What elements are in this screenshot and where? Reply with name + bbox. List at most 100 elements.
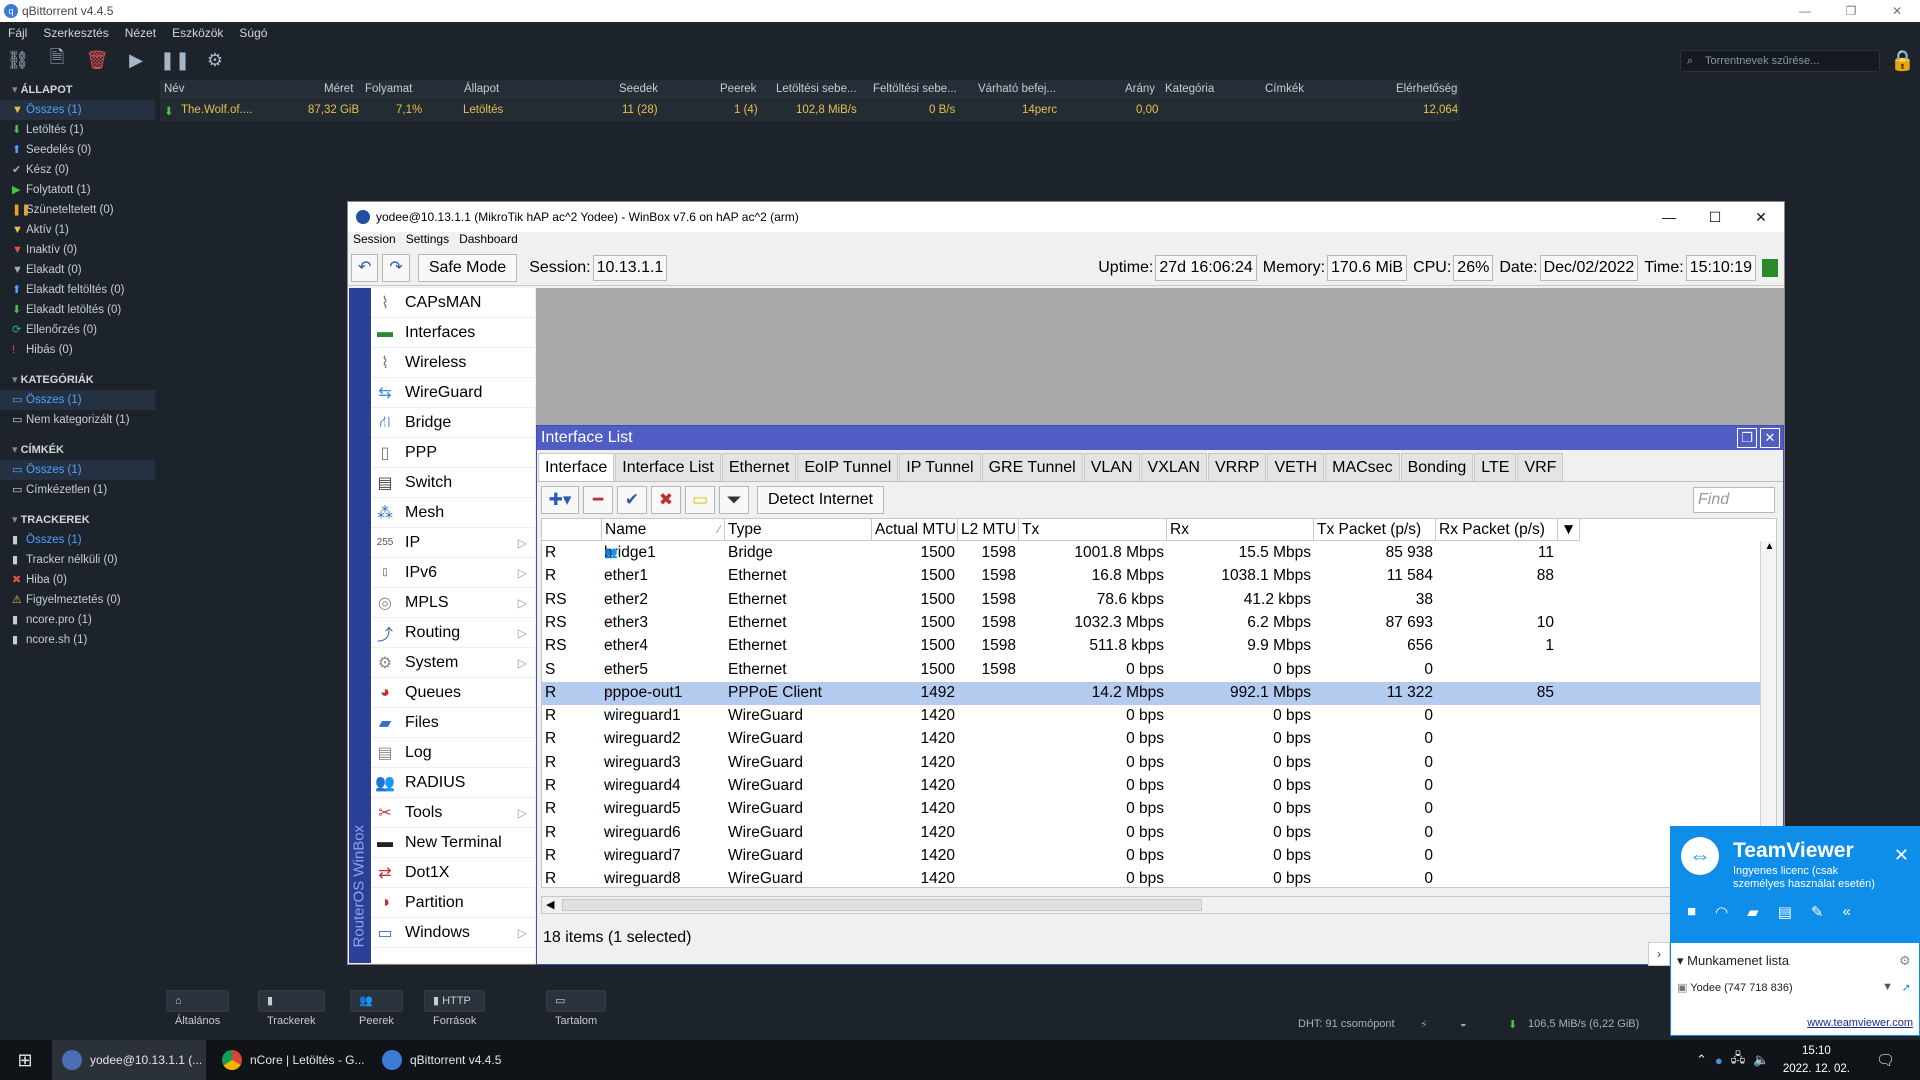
nav-dot1x[interactable]: ⇄ Dot1X xyxy=(371,858,535,888)
nav-radius[interactable]: 👥 RADIUS xyxy=(371,768,535,798)
status-inactive[interactable]: ▼ Inaktív (0) xyxy=(0,240,155,260)
tab-trackers[interactable]: ▮ Trackerek xyxy=(258,990,325,1027)
col-flags[interactable] xyxy=(542,519,602,541)
tracker-error[interactable]: ✖ Hiba (0) xyxy=(0,570,155,590)
interface-row[interactable]: RS ⇔ ether2 Ethernet 1500 1598 78.6 kbps 41.2 k… xyxy=(542,589,1760,612)
close-button[interactable]: ✕ xyxy=(1738,202,1784,232)
status-stalled[interactable]: ▼ Elakadt (0) xyxy=(0,260,155,280)
status-all[interactable]: ▼ Összes (1) xyxy=(0,100,155,120)
tab-eoip-tunnel[interactable]: EoIP Tunnel xyxy=(797,453,899,481)
tags-header[interactable]: CÍMKÉK xyxy=(0,440,155,460)
interface-row[interactable]: R ⇔ wireguard3 WireGuard 1420 0 bps 0 bps 0 xyxy=(542,752,1760,775)
undo-icon[interactable]: ↶ xyxy=(351,253,379,282)
detect-internet-button[interactable]: Detect Internet xyxy=(757,486,884,514)
collapse-icon[interactable]: « xyxy=(1842,903,1850,921)
col-dl-speed[interactable]: Letöltési sebe... xyxy=(776,83,857,95)
tab-ethernet[interactable]: Ethernet xyxy=(721,453,797,481)
nav-files[interactable]: ▰ Files xyxy=(371,708,535,738)
system-tray[interactable]: ⌃ ● 🖧 🔈 xyxy=(1696,1040,1769,1080)
col-size[interactable]: Méret xyxy=(324,83,353,95)
tab-veth[interactable]: VETH xyxy=(1267,453,1325,481)
interface-row[interactable]: RS ⇔ ether3 Ethernet 1500 1598 1032.3 Mbps 6.2 … xyxy=(542,612,1760,635)
headset-icon[interactable]: ◠ xyxy=(1715,903,1728,921)
add-torrent-icon[interactable]: 🗎 xyxy=(45,47,69,72)
delete-icon[interactable]: 🗑 xyxy=(85,48,109,72)
maximize-button[interactable]: ☐ xyxy=(1692,202,1738,232)
minimize-button[interactable]: — xyxy=(1646,202,1692,232)
col-rx-packet[interactable]: Rx Packet (p/s) xyxy=(1436,519,1558,541)
tracker-ncore-sh[interactable]: ▮ ncore.sh (1) xyxy=(0,630,155,650)
close-icon[interactable]: ✕ xyxy=(1894,845,1909,866)
winbox-titlebar[interactable]: yodee@10.13.1.1 (MikroTik hAP ac^2 Yodee… xyxy=(348,202,1784,232)
close-button[interactable]: ✕ xyxy=(1874,0,1920,22)
taskbar-clock[interactable]: 15:10 2022. 12. 02. xyxy=(1783,1042,1850,1078)
files-icon[interactable]: ▤ xyxy=(1778,903,1792,921)
connection-icon[interactable]: ⚡ xyxy=(1420,1018,1428,1031)
status-active[interactable]: ▼ Aktív (1) xyxy=(0,220,155,240)
interface-row[interactable]: R ⇔ wireguard8 WireGuard 1420 0 bps 0 bps 0 xyxy=(542,868,1760,887)
col-tags[interactable]: Címkék xyxy=(1265,83,1304,95)
windows-start-icon[interactable]: ⊞ xyxy=(10,1040,40,1080)
speed-limit-icon[interactable]: ◒ xyxy=(1460,1018,1467,1030)
category-all[interactable]: ▭ Összes (1) xyxy=(0,390,155,410)
col-availability[interactable]: Elérhetőség xyxy=(1396,83,1457,95)
col-category[interactable]: Kategória xyxy=(1165,83,1214,95)
disable-x-icon[interactable]: ✖ xyxy=(651,486,681,514)
interface-row[interactable]: R ⇔ wireguard5 WireGuard 1420 0 bps 0 bps 0 xyxy=(542,798,1760,821)
categories-header[interactable]: KATEGÓRIÁK xyxy=(0,370,155,390)
menu-dashboard[interactable]: Dashboard xyxy=(454,232,523,250)
col-eta[interactable]: Várható befej... xyxy=(978,83,1056,95)
nav-partition[interactable]: ◑ Partition xyxy=(371,888,535,918)
col-peers[interactable]: Peerek xyxy=(720,83,756,95)
tab-vrrp[interactable]: VRRP xyxy=(1207,453,1267,481)
tab-bonding[interactable]: Bonding xyxy=(1400,453,1474,481)
interface-list-titlebar[interactable]: Interface List ❐ ✕ xyxy=(537,426,1783,450)
interface-row[interactable]: R ⇔ wireguard7 WireGuard 1420 0 bps 0 bps 0 xyxy=(542,845,1760,868)
nav-routing[interactable]: ⤴ Routing ▷ xyxy=(371,618,535,648)
tools-icon[interactable]: ✎ xyxy=(1811,903,1824,921)
status-seeding[interactable]: ⬆ Seedelés (0) xyxy=(0,140,155,160)
tracker-trackerless[interactable]: ▮ Tracker nélküli (0) xyxy=(0,550,155,570)
status-stalled-upload[interactable]: ⬆ Elakadt feltöltés (0) xyxy=(0,280,155,300)
tab-interface[interactable]: Interface xyxy=(538,453,615,481)
nav-log[interactable]: ▤ Log xyxy=(371,738,535,768)
col-tx-packet[interactable]: Tx Packet (p/s) xyxy=(1314,519,1436,541)
safe-mode-button[interactable]: Safe Mode xyxy=(417,253,518,282)
interface-row[interactable]: R ⇔ wireguard1 WireGuard 1420 0 bps 0 bps 0 xyxy=(542,705,1760,728)
settings-gear-icon[interactable]: ⚙ xyxy=(203,48,227,72)
status-stalled-download[interactable]: ⬇ Elakadt letöltés (0) xyxy=(0,300,155,320)
nav-bridge[interactable]: ⛙ Bridge xyxy=(371,408,535,438)
tab-lte[interactable]: LTE xyxy=(1474,453,1517,481)
interface-row[interactable]: R ⇔ wireguard6 WireGuard 1420 0 bps 0 bps 0 xyxy=(542,822,1760,845)
menu-edit[interactable]: Szerkesztés xyxy=(35,22,116,44)
status-downloading[interactable]: ⬇ Letöltés (1) xyxy=(0,120,155,140)
add-link-icon[interactable]: ⛓ xyxy=(6,48,30,72)
restore-button[interactable]: ❐ xyxy=(1737,428,1757,448)
menu-view[interactable]: Nézet xyxy=(117,22,164,44)
menu-settings[interactable]: Settings xyxy=(401,232,454,250)
col-progress[interactable]: Folyamat xyxy=(365,83,412,95)
tab-ip-tunnel[interactable]: IP Tunnel xyxy=(899,453,981,481)
col-ul-speed[interactable]: Feltöltési sebe... xyxy=(873,83,957,95)
tab-macsec[interactable]: MACsec xyxy=(1325,453,1400,481)
col-actual-mtu[interactable]: Actual MTU xyxy=(872,519,958,541)
interface-row[interactable]: R 👥 bridge1 Bridge 1500 1598 1001.8 Mbps 15.5 M… xyxy=(542,542,1760,565)
nav-ipv6[interactable]: ▯ IPv6 ▷ xyxy=(371,558,535,588)
nav-interfaces[interactable]: ▬ Interfaces xyxy=(371,318,535,348)
tab-vrf[interactable]: VRF xyxy=(1517,453,1564,481)
tab-vlan[interactable]: VLAN xyxy=(1083,453,1140,481)
status-checking[interactable]: ⟳ Ellenőrzés (0) xyxy=(0,320,155,340)
remove-icon[interactable]: ━ xyxy=(583,486,613,514)
tag-all[interactable]: ▭ Összes (1) xyxy=(0,460,155,480)
menu-file[interactable]: Fájl xyxy=(0,22,35,44)
status-header[interactable]: ÁLLAPOT xyxy=(0,80,155,100)
interface-row[interactable]: S ⇔ ether5 Ethernet 1500 1598 0 bps 0 bps 0 xyxy=(542,659,1760,682)
redo-icon[interactable]: ↷ xyxy=(382,253,410,282)
col-name[interactable]: Name ⁄ xyxy=(602,519,725,541)
session-user[interactable]: ▣ Yodee (747 718 836) ▼ ➚ xyxy=(1677,981,1913,994)
tracker-warning[interactable]: ⚠ Figyelmeztetés (0) xyxy=(0,590,155,610)
video-icon[interactable]: ■ xyxy=(1687,903,1696,921)
nav-queues[interactable]: ◕ Queues xyxy=(371,678,535,708)
col-l2-mtu[interactable]: L2 MTU xyxy=(958,519,1019,541)
menu-tools[interactable]: Eszközök xyxy=(164,22,231,44)
